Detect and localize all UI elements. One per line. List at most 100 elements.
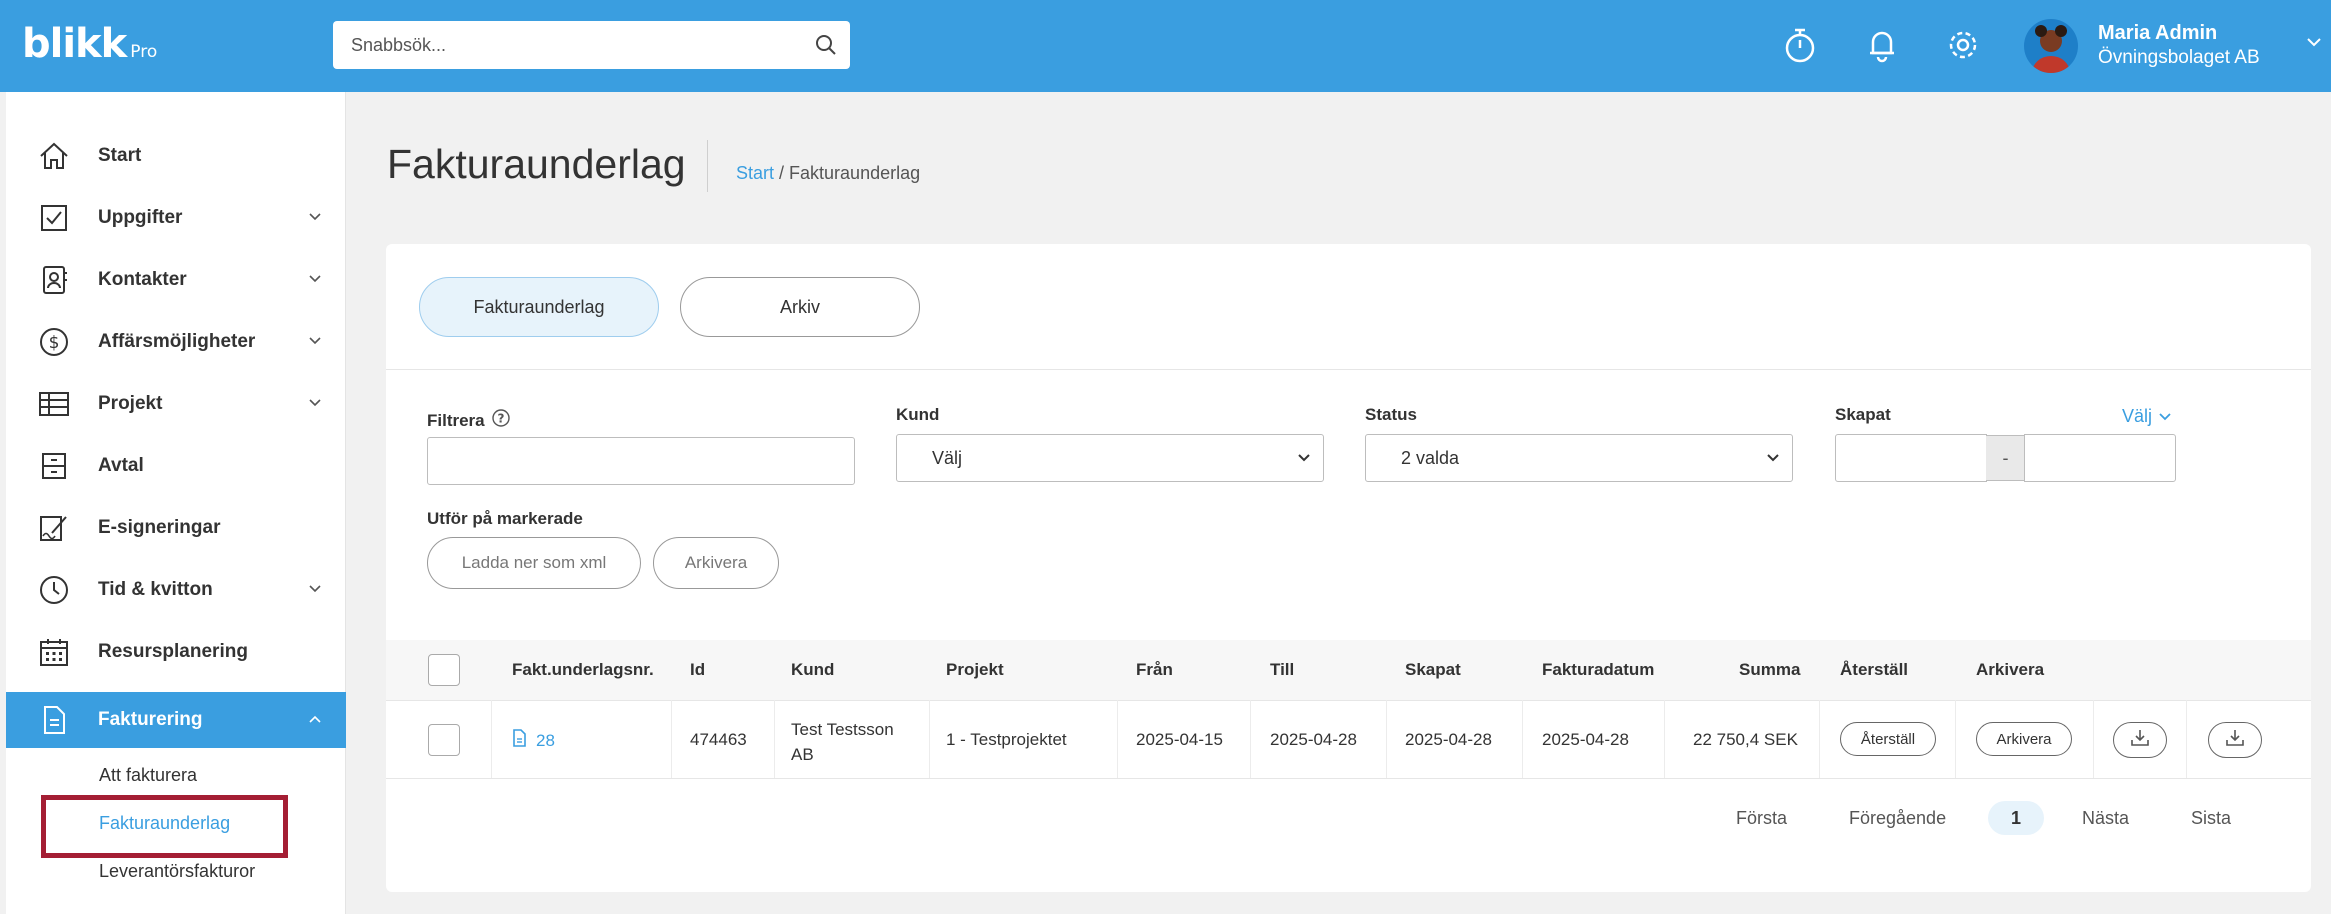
file-icon bbox=[512, 729, 526, 752]
sidebar-item-label: Fakturering bbox=[98, 709, 203, 730]
col-header-invoice-date[interactable]: Fakturadatum bbox=[1542, 660, 1654, 680]
col-separator bbox=[1664, 700, 1665, 778]
col-header-project[interactable]: Projekt bbox=[946, 660, 1004, 680]
col-separator bbox=[1117, 700, 1118, 778]
breadcrumb-start-link[interactable]: Start bbox=[736, 163, 774, 183]
status-select[interactable]: 2 valda bbox=[1365, 434, 1793, 482]
row-checkbox[interactable] bbox=[428, 724, 460, 756]
col-header-number[interactable]: Fakt.underlagsnr. bbox=[512, 660, 654, 680]
card-divider bbox=[386, 369, 2311, 370]
cell-created: 2025-04-28 bbox=[1405, 730, 1492, 749]
sidebar-item-label: Projekt bbox=[98, 393, 163, 414]
chevron-down-icon bbox=[308, 271, 322, 289]
chevron-down-icon bbox=[1295, 449, 1313, 472]
download-icon bbox=[2224, 728, 2246, 753]
page-title: Fakturaunderlag bbox=[387, 141, 686, 187]
search-icon[interactable] bbox=[802, 21, 850, 69]
sidebar-subitem-leverantorsfakturor[interactable]: Leverantörsfakturor bbox=[99, 861, 255, 882]
pagination-last[interactable]: Sista bbox=[2191, 808, 2231, 829]
sidebar-item-label: Affärsmöjligheter bbox=[98, 331, 256, 352]
chevron-down-icon bbox=[1764, 449, 1782, 472]
top-bar: blikkPro Maria Admin Övningsbolaget AB bbox=[0, 0, 2331, 92]
row-divider bbox=[386, 778, 2311, 779]
chevron-up-icon bbox=[308, 711, 322, 729]
restore-button[interactable]: Återställ bbox=[1840, 722, 1936, 756]
logo[interactable]: blikk Pro bbox=[22, 22, 157, 74]
sidebar-item-avtal[interactable]: Avtal bbox=[6, 438, 346, 494]
download-xml-row-button[interactable] bbox=[2208, 722, 2262, 758]
pagination-previous[interactable]: Föregående bbox=[1849, 808, 1946, 829]
sidebar-item-label: Avtal bbox=[98, 455, 144, 476]
created-choose-link[interactable]: Välj bbox=[2122, 406, 2172, 427]
customer-select-value: Välj bbox=[932, 447, 963, 468]
sidebar-item-start[interactable]: Start bbox=[6, 128, 346, 184]
pagination-first[interactable]: Första bbox=[1736, 808, 1787, 829]
tab-fakturaunderlag[interactable]: Fakturaunderlag bbox=[419, 277, 659, 337]
clock-icon bbox=[36, 572, 72, 608]
bell-icon[interactable] bbox=[1862, 20, 1902, 70]
avatar[interactable] bbox=[2024, 19, 2078, 73]
gear-icon[interactable] bbox=[1943, 20, 1983, 70]
bulk-actions-label: Utför på markerade bbox=[427, 509, 583, 528]
cell-sum: 22 750,4 SEK bbox=[1693, 730, 1798, 749]
table-icon bbox=[36, 386, 72, 422]
invoice-basis-link[interactable]: 28 bbox=[512, 729, 555, 752]
dollar-icon: $ bbox=[36, 324, 72, 360]
col-header-created[interactable]: Skapat bbox=[1405, 660, 1461, 680]
user-name[interactable]: Maria Admin bbox=[2098, 22, 2217, 45]
col-header-customer[interactable]: Kund bbox=[791, 660, 834, 680]
filter-input[interactable] bbox=[427, 437, 855, 485]
breadcrumb-separator: / bbox=[774, 163, 790, 183]
sidebar-item-label: Uppgifter bbox=[98, 207, 183, 228]
col-header-restore: Återställ bbox=[1840, 660, 1909, 679]
sidebar-item-label: Resursplanering bbox=[98, 641, 248, 662]
pagination-current-page[interactable]: 1 bbox=[1988, 801, 2044, 835]
select-all-checkbox[interactable] bbox=[428, 654, 460, 686]
search-input[interactable] bbox=[333, 34, 802, 56]
help-icon[interactable]: ? bbox=[491, 408, 511, 433]
chevron-down-icon bbox=[308, 581, 322, 599]
highlight-box bbox=[41, 795, 288, 858]
sidebar-subitem-att-fakturera[interactable]: Att fakturera bbox=[99, 765, 197, 786]
download-icon bbox=[2129, 728, 2151, 753]
sidebar-item-affarsmojligheter[interactable]: $ Affärsmöjligheter bbox=[6, 314, 346, 370]
col-header-archive: Arkivera bbox=[1976, 660, 2045, 679]
col-header-from[interactable]: Från bbox=[1136, 660, 1173, 680]
sidebar-item-tid-kvitton[interactable]: Tid & kvitton bbox=[6, 562, 346, 618]
created-to-input[interactable] bbox=[2024, 434, 2176, 482]
created-from-input[interactable] bbox=[1835, 434, 1987, 482]
user-company[interactable]: Övningsbolaget AB bbox=[2098, 47, 2260, 69]
sidebar-item-e-signeringar[interactable]: E-signeringar bbox=[6, 500, 346, 556]
document-icon bbox=[36, 702, 72, 738]
customer-label: Kund bbox=[896, 405, 940, 424]
col-separator bbox=[1522, 700, 1523, 778]
sidebar-item-resursplanering[interactable]: Resursplanering bbox=[6, 624, 346, 680]
archive-icon bbox=[36, 448, 72, 484]
archive-button[interactable]: Arkivera bbox=[1976, 722, 2072, 756]
stopwatch-icon[interactable] bbox=[1780, 20, 1820, 70]
bulk-archive-button[interactable]: Arkivera bbox=[653, 537, 779, 589]
sidebar-item-kontakter[interactable]: Kontakter bbox=[6, 252, 346, 308]
status-label: Status bbox=[1365, 405, 1417, 424]
cell-customer: Test Testsson AB bbox=[791, 717, 894, 767]
tab-arkiv[interactable]: Arkiv bbox=[680, 277, 920, 337]
col-header-to[interactable]: Till bbox=[1270, 660, 1294, 680]
sidebar-item-projekt[interactable]: Projekt bbox=[6, 376, 346, 432]
pagination-next[interactable]: Nästa bbox=[2082, 808, 2129, 829]
col-header-sum[interactable]: Summa bbox=[1739, 660, 1800, 680]
customer-select[interactable]: Välj bbox=[896, 434, 1324, 482]
download-button[interactable] bbox=[2113, 722, 2167, 758]
chevron-down-icon[interactable] bbox=[2306, 34, 2322, 52]
cell-invoice-date: 2025-04-28 bbox=[1542, 730, 1629, 749]
filter-label-text: Filtrera bbox=[427, 410, 485, 430]
download-xml-button[interactable]: Ladda ner som xml bbox=[427, 537, 641, 589]
checkbox-icon bbox=[36, 200, 72, 236]
col-header-id[interactable]: Id bbox=[690, 660, 705, 680]
col-separator bbox=[2186, 700, 2187, 778]
date-separator: - bbox=[1986, 435, 2025, 481]
sidebar-item-uppgifter[interactable]: Uppgifter bbox=[6, 190, 346, 246]
signature-icon bbox=[36, 510, 72, 546]
created-choose-text: Välj bbox=[2122, 406, 2153, 426]
chevron-down-icon bbox=[2158, 406, 2172, 427]
sidebar-item-fakturering[interactable]: Fakturering bbox=[6, 692, 346, 748]
